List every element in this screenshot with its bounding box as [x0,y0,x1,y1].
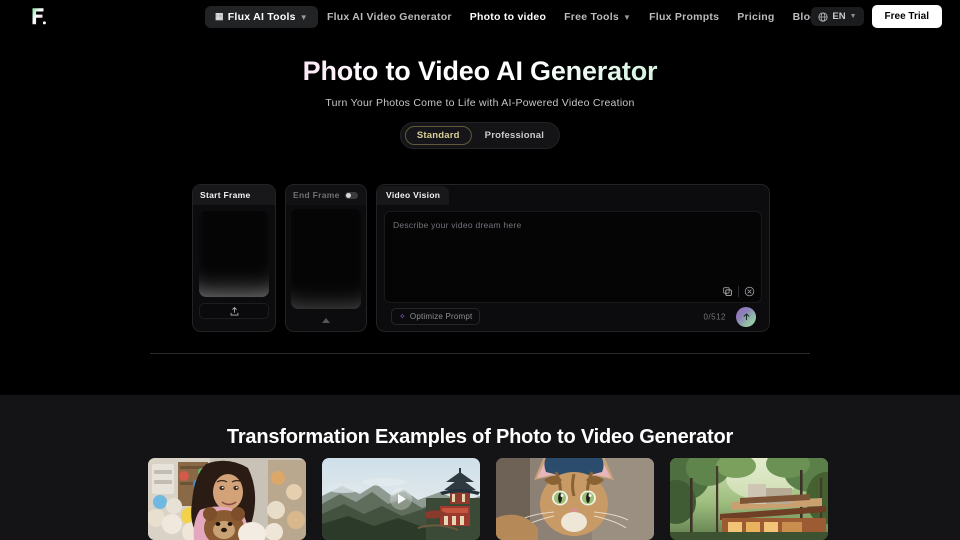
character-counter: 0/512 [703,312,726,321]
submit-prompt-button[interactable] [736,306,756,327]
video-vision-body: Describe your video dream here ✧ Optimiz… [377,205,769,331]
end-frame-dropzone[interactable] [291,209,361,309]
arrow-up-icon [743,313,749,321]
grid-icon: ▦ [215,11,224,21]
section-divider [150,353,810,354]
prompt-icon-group [722,285,755,297]
start-frame-card: Start Frame [192,184,276,332]
globe-icon [818,11,828,22]
language-label: EN [832,11,846,22]
start-frame-dropzone[interactable] [199,211,269,297]
upload-icon [230,306,238,315]
free-trial-button[interactable]: Free Trial [871,5,942,28]
example-image-cat [496,458,654,540]
page-subtitle: Turn Your Photos Come to Life with AI-Po… [325,96,635,109]
example-image-girl-teddy [148,458,306,540]
nav-item-free-tools[interactable]: Free Tools ▼ [555,6,640,28]
end-frame-caret-icon [322,317,330,323]
logo-icon [32,8,46,25]
nav-item-photo-to-video[interactable]: Photo to video [461,6,555,28]
start-frame-title: Start Frame [200,190,251,200]
chevron-down-icon: ▼ [622,13,632,22]
navbar-right: EN ▼ Free Trial [811,0,942,33]
toggle-knob [345,192,351,198]
start-frame-header: Start Frame [193,185,275,205]
tab-video-vision[interactable]: Video Vision [377,185,450,205]
nav-item-pricing[interactable]: Pricing [728,6,783,28]
examples-gallery [148,458,828,540]
mode-option-professional[interactable]: Professional [474,127,555,144]
nav-label: Flux Prompts [649,10,720,23]
end-frame-header: End Frame [286,185,366,205]
example-image-forest-house [670,458,828,540]
nav-label: Pricing [737,10,775,23]
copy-icon[interactable] [722,286,733,297]
end-frame-card: End Frame [285,184,367,332]
nav-links: ▦ Flux AI Tools ▼ Flux AI Video Generato… [205,0,826,33]
example-card-3[interactable] [496,458,654,540]
optimize-prompt-button[interactable]: ✧ Optimize Prompt [391,308,481,325]
nav-label: Free Tools [564,10,619,23]
prompt-textarea[interactable]: Describe your video dream here [384,210,762,303]
video-vision-card: Video Vision Describe your video dream h… [376,184,770,332]
mode-toggle: Standard Professional [399,122,561,149]
end-frame-title: End Frame [293,190,340,200]
nav-label: Flux AI Tools [227,10,296,23]
nav-label: Photo to video [469,10,547,23]
start-frame-upload-button[interactable] [199,303,269,319]
play-icon[interactable] [390,488,412,510]
example-card-1[interactable] [148,458,306,540]
example-card-4[interactable] [670,458,828,540]
page-root: ▦ Flux AI Tools ▼ Flux AI Video Generato… [0,0,960,540]
site-logo[interactable] [26,4,50,28]
example-card-2[interactable] [322,458,480,540]
mode-option-standard[interactable]: Standard [404,126,472,145]
hero-section: Photo to Video AI Generator Turn Your Ph… [0,55,960,109]
chevron-down-icon: ▼ [299,13,308,22]
nav-label: Flux AI Video Generator [326,10,452,23]
sparkle-icon: ✧ [399,311,406,321]
nav-item-flux-ai-video-generator[interactable]: Flux AI Video Generator [318,6,461,28]
video-vision-footer: ✧ Optimize Prompt 0/512 [384,303,762,331]
language-selector[interactable]: EN ▼ [811,7,864,26]
clear-circle-icon[interactable] [744,286,755,297]
icon-divider [738,285,739,297]
examples-heading: Transformation Examples of Photo to Vide… [226,426,734,448]
page-title: Photo to Video AI Generator [0,55,960,88]
composer-row: Start Frame End Frame Video Vision Descr… [192,184,770,332]
navbar: ▦ Flux AI Tools ▼ Flux AI Video Generato… [0,0,960,33]
chevron-down-icon: ▼ [849,13,857,20]
end-frame-toggle[interactable] [344,191,358,199]
prompt-placeholder: Describe your video dream here [393,219,522,230]
nav-item-flux-ai-tools[interactable]: ▦ Flux AI Tools ▼ [205,5,318,28]
nav-item-flux-prompts[interactable]: Flux Prompts [640,6,728,28]
optimize-prompt-label: Optimize Prompt [409,312,473,321]
